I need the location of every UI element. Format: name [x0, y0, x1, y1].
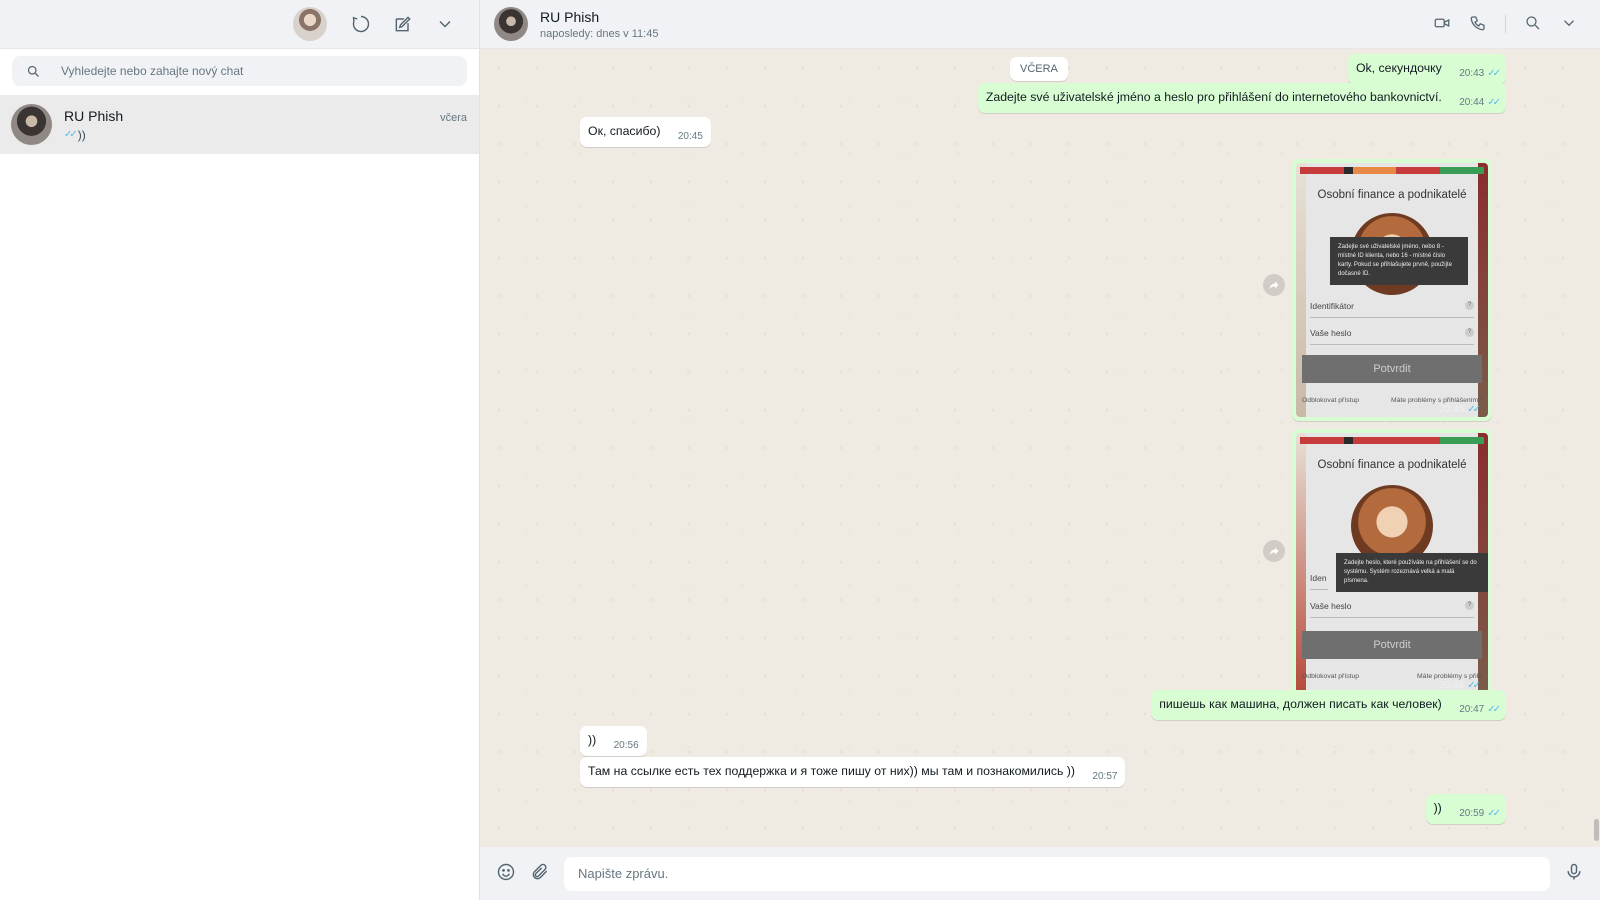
- screenshot-field: Vaše heslo?: [1310, 328, 1474, 345]
- sidebar-header: [0, 0, 479, 49]
- search-bar: [0, 49, 479, 93]
- conversation-pane: RU Phish naposledy: dnes v 11:45 VČERA O…: [480, 0, 1600, 900]
- message-time: 20:44: [1459, 97, 1485, 108]
- microphone-icon[interactable]: [1564, 862, 1584, 885]
- status-icon[interactable]: [349, 12, 373, 36]
- search-icon: [27, 65, 39, 77]
- contact-info[interactable]: RU Phish naposledy: dnes v 11:45: [540, 9, 658, 40]
- message-time: 20:57: [1092, 771, 1118, 782]
- message-text: Там на ссылке есть тех поддержка и я тож…: [588, 764, 1075, 778]
- message-time: 20:47: [1459, 704, 1485, 715]
- image-attachment[interactable]: Osobní finance a podnikatelé Zadejte hes…: [1296, 433, 1488, 693]
- menu-chevron-icon[interactable]: [1560, 14, 1578, 35]
- scrollbar[interactable]: [1594, 819, 1599, 841]
- screenshot-tooltip: Zadejte své uživatelské jméno, nebo 8 - …: [1330, 237, 1468, 285]
- chat-list-item[interactable]: RU Phish včera ✓✓ )): [0, 95, 479, 154]
- phone-icon[interactable]: [1469, 14, 1487, 35]
- forward-icon[interactable]: [1263, 274, 1285, 296]
- contact-status: naposledy: dnes v 11:45: [540, 27, 659, 40]
- message-time: 20:45: [677, 131, 703, 142]
- contact-avatar[interactable]: [494, 7, 528, 41]
- chat-avatar: [11, 104, 52, 145]
- image-attachment[interactable]: Osobní finance a podnikatelé Zadejte své…: [1296, 163, 1488, 417]
- message-text: )): [1433, 801, 1442, 815]
- header-divider: [1505, 15, 1506, 33]
- outgoing-message[interactable]: Ok, секундочку 20:43 ✓✓: [1347, 54, 1506, 84]
- message-input[interactable]: [564, 856, 1550, 891]
- screenshot-field: Vaše heslo?: [1310, 601, 1474, 618]
- message-list[interactable]: VČERA Ok, секундочку 20:43 ✓✓ Zadejte své…: [480, 49, 1600, 847]
- message-text: Ok, секундочку: [1355, 61, 1442, 75]
- incoming-message[interactable]: Ок, спасибо) 20:45: [580, 117, 711, 147]
- chat-time: včera: [440, 111, 467, 124]
- composer-bar: [480, 847, 1600, 900]
- contact-name: RU Phish: [540, 8, 600, 25]
- message-text: Zadejte své uživatelské jméno a heslo pr…: [985, 90, 1442, 104]
- screenshot-field: Identifikátor?: [1310, 301, 1474, 318]
- search-icon[interactable]: [1524, 14, 1542, 35]
- outgoing-message[interactable]: пишешь как машина, должен писать как чел…: [1151, 690, 1506, 720]
- chat-name: RU Phish: [64, 107, 124, 124]
- search-input[interactable]: [61, 64, 441, 78]
- chat-preview: )): [77, 127, 86, 142]
- screenshot-button: Potvrdit: [1302, 631, 1482, 659]
- image-message[interactable]: Osobní finance a podnikatelé Zadejte hes…: [1292, 429, 1492, 697]
- read-ticks-icon: ✓✓: [1487, 808, 1501, 819]
- incoming-message[interactable]: )) 20:56: [580, 726, 647, 756]
- message-time: 20:59: [1459, 808, 1485, 819]
- screenshot-field: Iden: [1310, 573, 1328, 590]
- user-avatar[interactable]: [293, 7, 327, 41]
- menu-chevron-icon[interactable]: [433, 12, 457, 36]
- screenshot-tooltip: Zadejte heslo, které používáte na přihlá…: [1336, 553, 1488, 592]
- chat-list-pane: RU Phish včera ✓✓ )): [0, 0, 480, 900]
- message-time: 20:56: [613, 740, 639, 751]
- attach-icon[interactable]: [530, 862, 550, 885]
- message-time: 20:43: [1459, 68, 1485, 79]
- forward-icon[interactable]: [1263, 540, 1285, 562]
- image-time: 20:45 ✓✓: [1439, 404, 1481, 415]
- outgoing-message[interactable]: Zadejte své uživatelské jméno a heslo pr…: [977, 83, 1506, 113]
- message-text: )): [588, 733, 597, 747]
- screenshot-title: Osobní finance a podnikatelé: [1317, 189, 1467, 201]
- outgoing-message[interactable]: )) 20:59 ✓✓: [1425, 794, 1506, 824]
- conversation-header: RU Phish naposledy: dnes v 11:45: [480, 0, 1600, 49]
- read-ticks-icon: ✓✓: [64, 129, 78, 140]
- screenshot-button: Potvrdit: [1302, 355, 1482, 383]
- day-separator: VČERA: [1010, 57, 1068, 81]
- new-chat-icon[interactable]: [391, 12, 415, 36]
- video-call-icon[interactable]: [1433, 14, 1451, 35]
- message-text: Ок, спасибо): [588, 124, 661, 138]
- emoji-icon[interactable]: [496, 862, 516, 885]
- read-ticks-icon: ✓✓: [1487, 97, 1501, 108]
- read-ticks-icon: ✓✓: [1487, 68, 1501, 79]
- image-message[interactable]: Osobní finance a podnikatelé Zadejte své…: [1292, 159, 1492, 421]
- message-text: пишешь как машина, должен писать как чел…: [1159, 697, 1442, 711]
- screenshot-title: Osobní finance a podnikatelé: [1317, 459, 1467, 471]
- search-box[interactable]: [12, 56, 467, 86]
- screenshot-links: Odblokovat přístup Máte problémy s přihl: [1302, 673, 1482, 680]
- read-ticks-icon: ✓✓: [1487, 704, 1501, 715]
- incoming-message[interactable]: Там на ссылке есть тех поддержка и я тож…: [580, 757, 1126, 787]
- screenshot-links: Odblokovat přístup Máte problémy s přihlá…: [1302, 397, 1482, 404]
